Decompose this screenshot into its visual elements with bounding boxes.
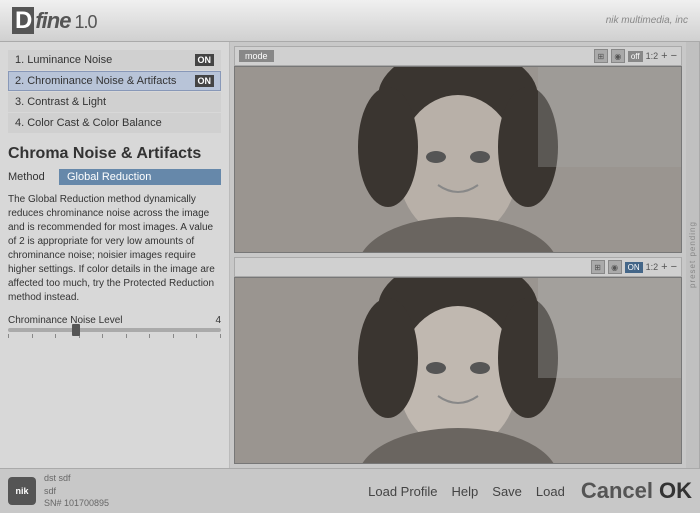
slider-row: Chrominance Noise Level 4 (8, 315, 221, 338)
step-list: 1. Luminance Noise ON 2. Chrominance Noi… (8, 50, 221, 133)
slider-value: 4 (215, 315, 221, 326)
serial-number: SN# 101700895 (44, 497, 109, 510)
top-off-toggle[interactable]: off (628, 51, 643, 62)
step-1[interactable]: 1. Luminance Noise ON (8, 50, 221, 70)
section-title: Chroma Noise & Artifacts (8, 145, 221, 163)
file-info-1: dst sdf (44, 472, 109, 485)
footer-info: dst sdf sdf SN# 101700895 (44, 472, 109, 510)
slider-ticks (8, 334, 221, 338)
top-minus-icon[interactable]: − (671, 50, 677, 62)
bottom-zoom-fit-icon[interactable]: ⊞ (591, 260, 605, 274)
cancel-button[interactable]: Cancel (581, 478, 653, 504)
logo-fine: fine (35, 8, 70, 33)
slider-track[interactable] (8, 328, 221, 332)
bottom-minus-icon[interactable]: − (671, 261, 677, 273)
left-panel: 1. Luminance Noise ON 2. Chrominance Noi… (0, 42, 230, 468)
load-profile-button[interactable]: Load Profile (368, 484, 437, 499)
company-name: nik multimedia, inc (606, 15, 688, 26)
step-1-status: ON (195, 54, 215, 66)
bottom-ctrl-icons: ⊞ ◉ ON 1:2 + − (591, 260, 677, 274)
step-2-label: 2. Chrominance Noise & Artifacts (15, 75, 176, 87)
file-info-2: sdf (44, 485, 109, 498)
preview-top-image (234, 66, 682, 253)
preview-area: mode ⊞ ◉ off 1:2 + − (230, 42, 686, 468)
mode-button[interactable]: mode (239, 50, 274, 62)
header-bar: Dfine1.0 nik multimedia, inc (0, 0, 700, 42)
top-ctrl-icons: ⊞ ◉ off 1:2 + − (594, 49, 677, 63)
help-button[interactable]: Help (452, 484, 479, 499)
nik-logo: nik (8, 477, 36, 505)
load-button[interactable]: Load (536, 484, 565, 499)
ok-button[interactable]: OK (659, 478, 692, 504)
method-value[interactable]: Global Reduction (59, 169, 221, 185)
preview-top-controls: mode ⊞ ◉ off 1:2 + − (234, 46, 682, 66)
preview-bottom-image (234, 277, 682, 464)
method-row: Method Global Reduction (8, 169, 221, 185)
description-text: The Global Reduction method dynamically … (8, 193, 221, 305)
footer-cancel-ok: Cancel OK (581, 478, 692, 504)
slider-label: Chrominance Noise Level (8, 315, 123, 326)
save-button[interactable]: Save (492, 484, 522, 499)
zoom-fit-icon[interactable]: ⊞ (594, 49, 608, 63)
sidebar-strip: preset pending (686, 42, 700, 468)
eye-icon[interactable]: ◉ (611, 49, 625, 63)
step-1-label: 1. Luminance Noise (15, 54, 112, 66)
app-logo: Dfine1.0 (12, 7, 97, 35)
bottom-eye-icon[interactable]: ◉ (608, 260, 622, 274)
bottom-on-toggle[interactable]: ON (625, 262, 643, 273)
method-label: Method (8, 171, 53, 183)
footer-actions: Load Profile Help Save Load (368, 484, 565, 499)
preview-bottom: ⊞ ◉ ON 1:2 + − (234, 257, 682, 464)
slider-handle[interactable] (72, 324, 80, 336)
preview-bottom-controls: ⊞ ◉ ON 1:2 + − (234, 257, 682, 277)
slider-label-row: Chrominance Noise Level 4 (8, 315, 221, 326)
logo-d: D (12, 7, 34, 34)
logo-version: 1.0 (74, 12, 96, 32)
step-3-label: 3. Contrast & Light (15, 96, 106, 108)
bottom-plus-icon[interactable]: + (661, 261, 667, 273)
preview-top: mode ⊞ ◉ off 1:2 + − (234, 46, 682, 253)
top-plus-icon[interactable]: + (661, 50, 667, 62)
main-layout: 1. Luminance Noise ON 2. Chrominance Noi… (0, 42, 700, 468)
step-2[interactable]: 2. Chrominance Noise & Artifacts ON (8, 71, 221, 91)
step-4[interactable]: 4. Color Cast & Color Balance (8, 113, 221, 133)
top-ratio: 1:2 (646, 51, 659, 61)
footer-bar: nik dst sdf sdf SN# 101700895 Load Profi… (0, 468, 700, 513)
right-content: mode ⊞ ◉ off 1:2 + − (230, 42, 700, 468)
bottom-ratio: 1:2 (646, 262, 659, 272)
step-3[interactable]: 3. Contrast & Light (8, 92, 221, 112)
step-4-label: 4. Color Cast & Color Balance (15, 117, 162, 129)
step-2-status: ON (195, 75, 215, 87)
